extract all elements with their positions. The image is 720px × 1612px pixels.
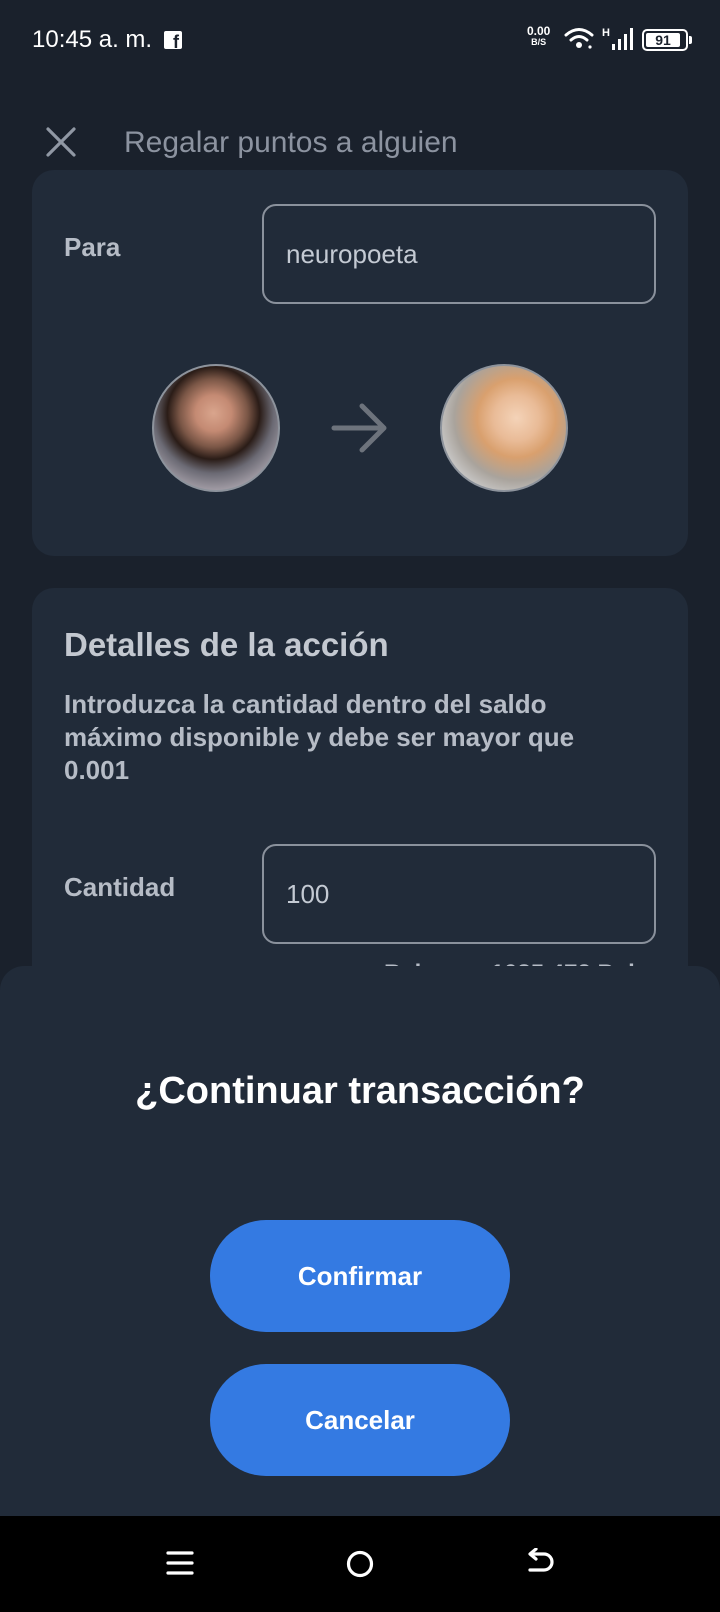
arrow-right-icon (331, 403, 387, 453)
amount-input[interactable]: 100 (262, 844, 656, 944)
dialog-title: ¿Continuar transacción? (135, 1070, 585, 1112)
recipient-input[interactable]: neuropoeta (262, 204, 656, 304)
cell-signal-icon (612, 28, 633, 50)
amount-label: Cantidad (64, 872, 176, 902)
details-title: Detalles de la acción (64, 626, 389, 663)
network-speed-unit: B/S (531, 37, 547, 47)
recent-apps-icon[interactable] (166, 1550, 194, 1576)
battery-level: 91 (646, 32, 680, 48)
cancel-button[interactable]: Cancelar (210, 1364, 510, 1476)
system-nav-bar (0, 1516, 720, 1612)
home-icon[interactable] (346, 1550, 374, 1578)
sender-avatar (152, 364, 280, 492)
network-speed-value: 0.00 (527, 24, 551, 38)
screen: 10:45 a. m. f 0.00 B/S H 91 Regalar punt… (0, 0, 720, 1612)
facebook-notification-icon: f (164, 31, 182, 49)
confirm-dialog-sheet: ¿Continuar transacción? Confirmar Cancel… (0, 966, 720, 1516)
confirm-button[interactable]: Confirmar (210, 1220, 510, 1332)
page-title: Regalar puntos a alguien (124, 126, 458, 159)
status-time: 10:45 a. m. (32, 26, 153, 53)
network-speed: 0.00 B/S (527, 24, 551, 48)
recipient-avatar (440, 364, 568, 492)
back-icon[interactable] (526, 1548, 556, 1578)
battery-icon: 91 (642, 29, 692, 51)
details-description: Introduzca la cantidad dentro del saldo … (64, 689, 575, 785)
signal-type: H (602, 27, 610, 39)
close-icon[interactable] (44, 125, 78, 159)
wifi-icon (564, 28, 594, 49)
status-bar: 10:45 a. m. f 0.00 B/S H 91 (0, 0, 720, 80)
recipient-label: Para (64, 232, 121, 262)
